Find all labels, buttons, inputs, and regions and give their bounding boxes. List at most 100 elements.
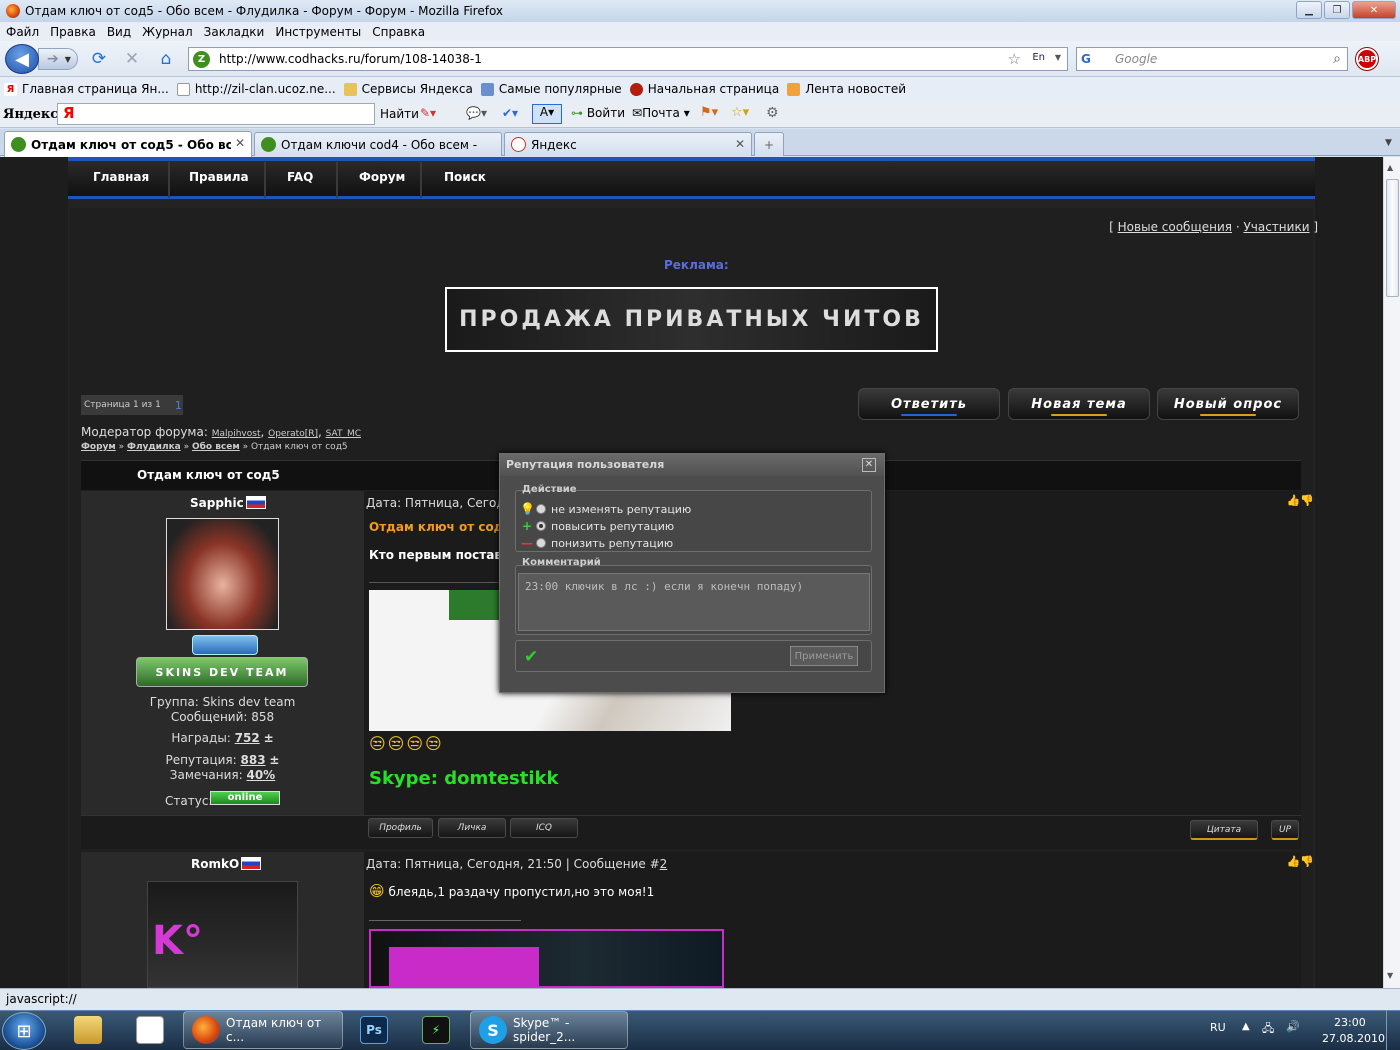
yandex-search-input[interactable]: Я [57, 103, 375, 125]
taskbar-firefox[interactable]: Отдам ключ от с... [183, 1011, 343, 1049]
moderator-link[interactable]: Operato[R] [268, 429, 318, 439]
awards-link[interactable]: 752 [235, 731, 260, 745]
tab-2[interactable]: Отдам ключи cod4 - Обо всем - Ф... [254, 132, 502, 156]
scrollbar-thumb[interactable] [1386, 179, 1399, 297]
adblock-icon[interactable]: ABP [1356, 48, 1378, 70]
icq-button[interactable]: ICQ [510, 818, 578, 838]
menu-help[interactable]: Справка [372, 25, 425, 39]
minimize-button[interactable]: ▁ [1296, 1, 1322, 19]
start-button[interactable]: ⊞ [2, 1012, 46, 1050]
menu-file[interactable]: Файл [6, 25, 39, 39]
speech-icon[interactable]: 💬▾ [466, 106, 487, 120]
bookmark-news-feed[interactable]: Лента новостей [787, 82, 906, 96]
private-message-button[interactable]: Личка [438, 818, 506, 838]
reload-button[interactable]: ⟳ [88, 48, 110, 70]
vertical-scrollbar[interactable]: ▲ ▼ [1383, 157, 1400, 988]
back-button[interactable]: ◀ [5, 44, 39, 74]
breadcrumb-forum[interactable]: Форум [81, 442, 116, 452]
new-topic-button[interactable]: Новая тема [1008, 388, 1150, 420]
show-hidden-icons[interactable]: ▲ [1242, 1021, 1250, 1032]
comment-textarea[interactable]: 23:00 ключик в лс :) если я конечн попад… [518, 573, 870, 631]
taskbar-explorer[interactable] [66, 1011, 112, 1049]
google-search-engine-icon[interactable]: G [1081, 52, 1091, 66]
radio-increase[interactable] [536, 521, 546, 531]
scroll-up-icon[interactable]: ▲ [1387, 163, 1393, 172]
radio-no-change[interactable] [536, 504, 546, 514]
up-button[interactable]: UP [1271, 820, 1299, 840]
scroll-down-icon[interactable]: ▼ [1387, 971, 1393, 980]
new-poll-button[interactable]: Новый опрос [1157, 388, 1299, 420]
post-number-link[interactable]: 2 [660, 857, 668, 871]
signature-image[interactable] [369, 929, 724, 988]
radio-decrease[interactable] [536, 538, 546, 548]
history-dropdown-icon[interactable]: ▼ [65, 55, 71, 64]
option-decrease[interactable]: — понизить репутацию [520, 536, 673, 550]
tab-3[interactable]: Яндекс ✕ [504, 132, 752, 156]
home-button[interactable]: ⌂ [155, 48, 177, 70]
moderator-link[interactable]: SAT_MC [326, 429, 361, 439]
taskbar-app[interactable]: ⚡ [414, 1011, 460, 1049]
menu-history[interactable]: Журнал [142, 25, 193, 39]
yandex-login[interactable]: ⊶ Войти [571, 106, 625, 120]
plus-minus-icon[interactable]: ± [264, 731, 274, 745]
breadcrumb-flood[interactable]: Флудилка [127, 442, 181, 452]
close-window-button[interactable]: ✕ [1352, 1, 1396, 19]
menu-tools[interactable]: Инструменты [275, 25, 361, 39]
ad-banner[interactable]: ПРОДАЖА ПРИВАТНЫХ ЧИТОВ [445, 287, 938, 352]
menu-bookmarks[interactable]: Закладки [204, 25, 265, 39]
language-indicator[interactable]: En [1032, 52, 1045, 63]
thumbs-up-icon[interactable]: 👍 [1287, 855, 1301, 868]
nav-rules[interactable]: Правила [189, 170, 249, 184]
url-dropdown-icon[interactable]: ▼ [1055, 53, 1061, 62]
reputation-link[interactable]: 883 [241, 753, 266, 767]
nav-home[interactable]: Главная [93, 170, 149, 184]
taskbar-photoshop[interactable]: Ps [352, 1011, 398, 1049]
language-indicator[interactable]: RU [1210, 1021, 1226, 1034]
clock-date[interactable]: 27.08.2010 [1322, 1032, 1385, 1045]
bookmark-yandex-services[interactable]: Сервисы Яндекса [343, 82, 473, 96]
bookmark-most-popular[interactable]: Самые популярные [480, 82, 622, 96]
menu-edit[interactable]: Правка [50, 25, 96, 39]
moderator-link[interactable]: Malpihvost [212, 429, 261, 439]
bookmark-zil-clan[interactable]: http://zil-clan.ucoz.ne... [176, 82, 336, 96]
yandex-mail[interactable]: ✉Почта ▾ [632, 106, 690, 120]
apply-button[interactable]: Применить [790, 646, 858, 666]
new-tab-button[interactable]: + [754, 132, 784, 156]
nav-forum[interactable]: Форум [359, 170, 405, 184]
tab-close-icon[interactable]: ✕ [235, 136, 245, 150]
address-bar[interactable]: Z http://www.codhacks.ru/forum/108-14038… [188, 47, 1068, 71]
breadcrumb-about[interactable]: Обо всем [192, 442, 240, 452]
nav-faq[interactable]: FAQ [287, 170, 313, 184]
warnings-link[interactable]: 40% [246, 768, 275, 782]
yandex-logo[interactable]: Яндекс [3, 107, 58, 122]
menu-view[interactable]: Вид [107, 25, 131, 39]
search-icon[interactable]: ⌕ [1333, 51, 1341, 67]
maximize-button[interactable]: ❐ [1324, 1, 1350, 19]
network-icon[interactable]: 🖧 [1262, 1020, 1274, 1039]
option-increase[interactable]: + повысить репутацию [520, 519, 674, 533]
search-bar[interactable]: G Google ⌕ [1076, 47, 1348, 71]
thumbs-down-icon[interactable]: 👎 [1300, 855, 1314, 868]
settings-gear-icon[interactable]: ⚙ [766, 105, 779, 121]
members-link[interactable]: Участники [1243, 220, 1309, 234]
nav-search[interactable]: Поиск [444, 170, 486, 184]
page-link-1[interactable]: 1 [175, 399, 182, 412]
avatar[interactable]: K° [147, 881, 298, 988]
bookmark-star-icon[interactable]: ☆ [1008, 50, 1021, 68]
option-no-change[interactable]: 💡 не изменять репутацию [520, 502, 691, 516]
post-author-name[interactable]: Sapphic [190, 496, 266, 510]
highlight-icon[interactable]: ✎▾ [420, 106, 436, 120]
volume-icon[interactable]: 🔊 [1286, 1020, 1300, 1033]
dialog-close-button[interactable]: ✕ [862, 458, 876, 472]
taskbar-skype[interactable]: S Skype™ - spider_2... [470, 1011, 628, 1049]
post-author-name[interactable]: RomkO [191, 857, 262, 871]
spellcheck-icon[interactable]: ✔▾ [502, 106, 518, 120]
stop-button[interactable]: ✕ [121, 48, 143, 70]
thumbs-down-icon[interactable]: 👎 [1300, 494, 1314, 507]
show-desktop-button[interactable] [1386, 1010, 1400, 1050]
translate-icon[interactable]: A▾ [532, 104, 562, 124]
forward-button[interactable]: ➔ ▼ [38, 48, 78, 70]
new-messages-link[interactable]: Новые сообщения [1118, 220, 1232, 234]
yandex-find-button[interactable]: Найти [380, 107, 419, 121]
tab-1[interactable]: Отдам ключ от сод5 - Обо всем ...✕ [4, 131, 252, 157]
